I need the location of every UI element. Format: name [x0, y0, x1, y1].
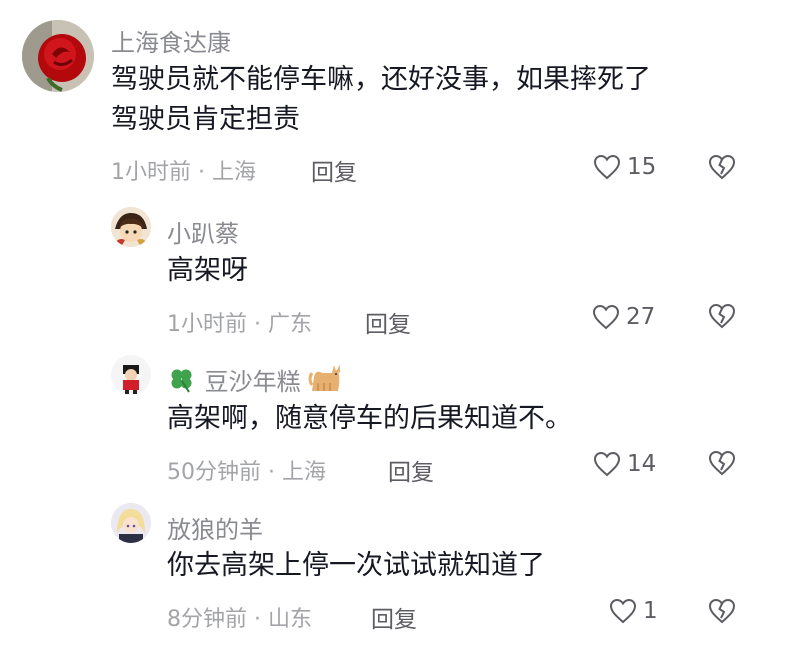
like-button[interactable]: 27 [592, 304, 655, 330]
comment-text-line: 驾驶员就不能停车嘛，还好没事，如果摔死了 [111, 64, 651, 95]
anime-character-avatar-icon [111, 503, 151, 543]
comment-time-location: 1小时前 · 上海 [111, 160, 256, 185]
broken-heart-icon [708, 598, 736, 624]
dislike-button[interactable] [708, 598, 736, 628]
username[interactable]: 小趴蔡 [167, 214, 239, 249]
comment-text-line: 你去高架上停一次试试就知道了 [167, 550, 545, 581]
cartoon-figure-avatar-icon [111, 355, 151, 395]
comment-text-line: 高架呀 [167, 255, 248, 286]
like-button[interactable]: 15 [593, 154, 656, 180]
like-button[interactable]: 1 [609, 598, 658, 624]
like-button[interactable]: 14 [593, 451, 656, 477]
like-count: 14 [627, 451, 657, 477]
reply-button[interactable]: 回复 [371, 600, 417, 634]
broken-heart-icon [708, 450, 736, 476]
reply-button[interactable]: 回复 [388, 453, 434, 487]
dislike-button[interactable] [708, 450, 736, 480]
heart-icon [593, 451, 621, 477]
avatar[interactable] [111, 207, 151, 247]
comment-time-location: 50分钟前 · 上海 [167, 460, 326, 485]
broken-heart-icon [708, 154, 736, 180]
username[interactable]: 上海食达康 [111, 23, 231, 58]
red-rose-avatar-icon [22, 20, 94, 92]
avatar[interactable] [111, 355, 151, 395]
reply-button[interactable]: 回复 [365, 305, 411, 339]
avatar[interactable] [22, 20, 94, 92]
username[interactable]: 豆沙年糕 [167, 362, 344, 397]
like-count: 27 [626, 304, 656, 330]
reply-button[interactable]: 回复 [311, 153, 357, 187]
cat-icon [308, 364, 341, 391]
comment-text-line: 驾驶员肯定担责 [111, 104, 300, 135]
heart-icon [592, 304, 620, 330]
heart-icon [593, 154, 621, 180]
like-count: 15 [627, 154, 657, 180]
avatar[interactable] [111, 503, 151, 543]
like-count: 1 [643, 598, 658, 624]
username[interactable]: 放狼的羊 [167, 510, 263, 545]
heart-icon [609, 598, 637, 624]
comment-time-location: 1小时前 · 广东 [167, 312, 312, 337]
cartoon-avatar-icon [111, 207, 151, 247]
comment-time-location: 8分钟前 · 山东 [167, 607, 312, 632]
dislike-button[interactable] [708, 303, 736, 333]
broken-heart-icon [708, 303, 736, 329]
username-text: 豆沙年糕 [204, 368, 301, 396]
dislike-button[interactable] [708, 154, 736, 184]
comment-text-line: 高架啊，随意停车的后果知道不。 [167, 403, 572, 434]
four-leaf-clover-icon [171, 369, 192, 393]
